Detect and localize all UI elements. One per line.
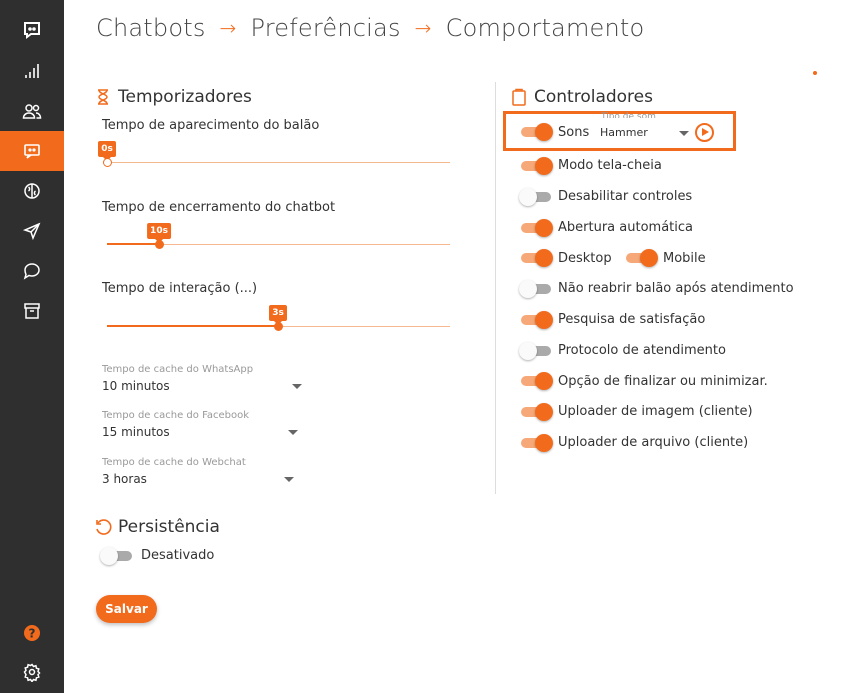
controllers-title: Controladores (534, 87, 653, 107)
protocol-toggle[interactable] (519, 341, 553, 361)
breadcrumb: Chatbots → Preferências → Comportamento (96, 14, 644, 42)
timers-title: Temporizadores (118, 87, 252, 107)
chevron-down-icon (292, 384, 302, 389)
chevron-down-icon (284, 477, 294, 482)
fullscreen-label: Modo tela-cheia (558, 158, 662, 173)
whatsapp-cache-value: 10 minutos (102, 379, 170, 393)
slider-close[interactable]: 10s (107, 223, 450, 253)
no-reopen-label: Não reabrir balão após atendimento (558, 281, 794, 296)
file-uploader-toggle[interactable] (519, 433, 553, 453)
webchat-cache-value: 3 horas (102, 472, 147, 486)
whatsapp-cache-select[interactable]: Tempo de cache do WhatsApp 10 minutos (102, 364, 302, 398)
finish-minimize-toggle[interactable] (519, 371, 553, 391)
sound-label: Sons (558, 125, 590, 140)
slider-appear-value: 0s (98, 141, 116, 161)
chevron-down-icon[interactable] (679, 131, 689, 136)
satisfaction-survey-label: Pesquisa de satisfação (558, 312, 706, 327)
slider-interaction[interactable]: 3s (107, 305, 450, 335)
controllers-section-title: Controladores (510, 87, 653, 107)
chatbot-icon[interactable] (0, 131, 64, 171)
facebook-cache-select[interactable]: Tempo de cache do Facebook 15 minutos (102, 410, 298, 444)
save-button[interactable]: Salvar (96, 595, 157, 623)
finish-minimize-label: Opção de finalizar ou minimizar. (558, 374, 768, 389)
clipboard-icon (512, 88, 526, 106)
protocol-label: Protocolo de atendimento (558, 343, 726, 358)
mobile-toggle[interactable] (624, 248, 658, 268)
facebook-cache-value: 15 minutos (102, 425, 170, 439)
no-reopen-toggle[interactable] (519, 279, 553, 299)
slider-label-close: Tempo de encerramento do chatbot (102, 200, 336, 215)
webchat-cache-label: Tempo de cache do Webchat (102, 457, 246, 468)
users-icon[interactable] (0, 91, 64, 131)
brain-icon[interactable] (0, 171, 64, 211)
breadcrumb-chatbots[interactable]: Chatbots (96, 14, 206, 42)
chevron-down-icon (288, 430, 298, 435)
slider-appear[interactable]: 0s (98, 141, 450, 171)
image-uploader-toggle[interactable] (519, 402, 553, 422)
auto-open-label: Abertura automática (558, 220, 693, 235)
desktop-toggle[interactable] (519, 248, 553, 268)
vertical-divider (495, 82, 496, 494)
webchat-cache-select[interactable]: Tempo de cache do Webchat 3 horas (102, 457, 294, 491)
auto-open-toggle[interactable] (519, 218, 553, 238)
archive-icon[interactable] (0, 291, 64, 331)
whatsapp-cache-label: Tempo de cache do WhatsApp (102, 364, 254, 375)
slider-interaction-value: 3s (269, 305, 287, 325)
desktop-label: Desktop (558, 251, 612, 266)
sound-type-label: Tipo de som (601, 112, 656, 118)
breadcrumb-arrow-icon: → (219, 16, 237, 40)
mobile-label: Mobile (663, 251, 706, 266)
image-uploader-label: Uploader de imagem (cliente) (558, 404, 753, 419)
timers-section-title: Temporizadores (94, 87, 252, 107)
chat-bubble-icon[interactable] (0, 251, 64, 291)
sound-toggle[interactable] (519, 122, 553, 142)
slider-label-interaction: Tempo de interação (...) (102, 281, 258, 296)
notification-dot (813, 71, 817, 75)
refresh-icon (96, 519, 112, 535)
sound-type-select[interactable]: Hammer (600, 126, 648, 139)
slider-interaction-thumb[interactable] (274, 322, 283, 331)
persistence-section-title: Persistência (94, 517, 220, 537)
paper-plane-icon[interactable] (0, 211, 64, 251)
breadcrumb-preferencias[interactable]: Preferências (251, 14, 401, 42)
satisfaction-survey-toggle[interactable] (519, 310, 553, 330)
disable-controls-label: Desabilitar controles (558, 189, 693, 204)
bar-chart-icon[interactable] (0, 51, 64, 91)
sidebar: ? (0, 0, 64, 693)
persistence-toggle-label: Desativado (141, 548, 215, 563)
file-uploader-label: Uploader de arquivo (cliente) (558, 435, 749, 450)
hourglass-icon (98, 89, 108, 105)
breadcrumb-arrow-icon: → (414, 16, 432, 40)
play-sound-icon[interactable] (695, 123, 714, 142)
chatbot-logo-icon[interactable] (0, 10, 64, 50)
main-content: Chatbots → Preferências → Comportamento … (64, 0, 862, 693)
fullscreen-toggle[interactable] (519, 156, 553, 176)
slider-label-appear: Tempo de aparecimento do balão (102, 118, 320, 133)
slider-close-value: 10s (147, 223, 171, 243)
slider-close-thumb[interactable] (155, 240, 164, 249)
slider-appear-thumb[interactable] (103, 158, 112, 167)
breadcrumb-comportamento: Comportamento (445, 14, 645, 42)
persistence-title: Persistência (118, 517, 220, 537)
help-icon[interactable]: ? (0, 613, 64, 653)
gear-icon[interactable] (0, 652, 64, 692)
facebook-cache-label: Tempo de cache do Facebook (102, 410, 250, 421)
disable-controls-toggle[interactable] (519, 187, 553, 207)
persistence-toggle[interactable] (100, 546, 134, 566)
svg-text:?: ? (29, 627, 36, 641)
